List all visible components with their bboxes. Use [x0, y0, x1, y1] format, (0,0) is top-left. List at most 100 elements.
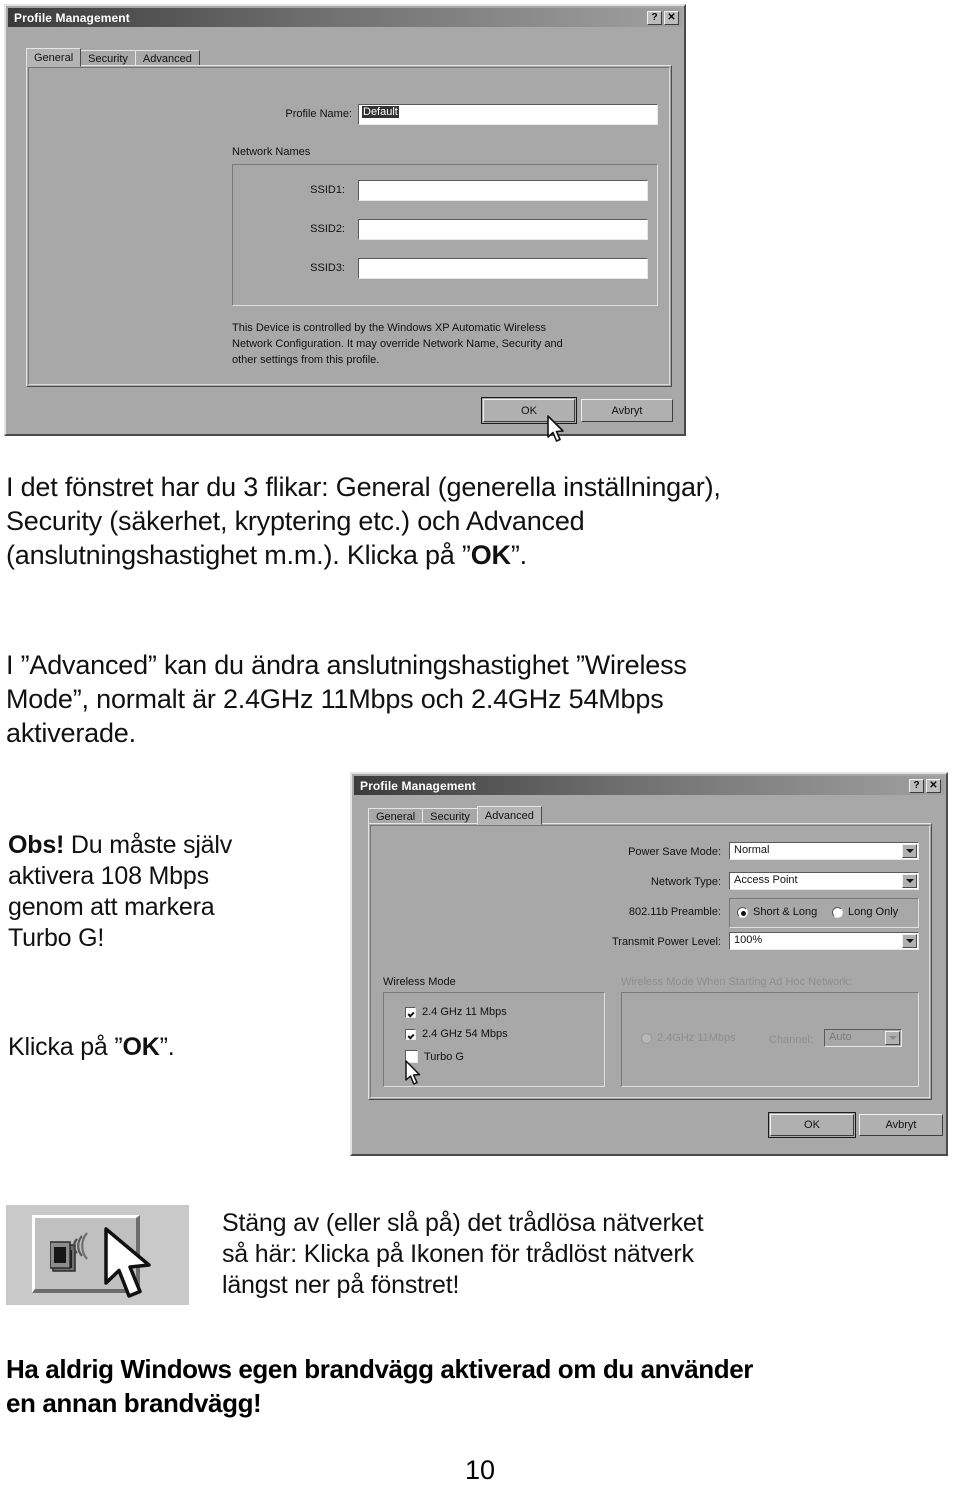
paragraph-2-line-2: Mode”, normalt är 2.4GHz 11Mbps och 2.4G… — [6, 684, 664, 714]
chevron-down-icon[interactable] — [902, 874, 917, 888]
wireless-mode-label: Wireless Mode — [383, 976, 456, 988]
wireless-mode-option-54mbps-label: 2.4 GHz 54 Mbps — [422, 1028, 508, 1040]
paragraph-1: I det fönstret har du 3 flikar: General … — [6, 470, 946, 572]
paragraph-1-line-1: I det fönstret har du 3 flikar: General … — [6, 472, 721, 502]
checkbox-checked-icon[interactable] — [405, 1006, 416, 1018]
tab-general[interactable]: General — [26, 48, 82, 67]
wireless-mode-option-11mbps-label: 2.4 GHz 11 Mbps — [422, 1006, 507, 1018]
paragraph-1-line-3: (anslutningshastighet m.m.). Klicka på ”… — [6, 538, 946, 572]
ok-button[interactable]: OK — [768, 1112, 856, 1138]
obs-note: Obs! Du måste själv aktivera 108 Mbps ge… — [8, 830, 338, 954]
dialog2-title: Profile Management — [360, 778, 476, 793]
ok-button[interactable]: OK — [481, 397, 577, 424]
wireless-network-icon-figure — [6, 1205, 189, 1305]
ssid3-input[interactable] — [358, 258, 648, 279]
chevron-down-icon[interactable] — [902, 844, 917, 858]
transmit-power-value: 100% — [734, 934, 763, 946]
klicka-ok-a: Klicka på ” — [8, 1033, 123, 1061]
tab-advanced[interactable]: Advanced — [476, 806, 542, 825]
close-icon[interactable]: ✕ — [926, 778, 941, 793]
ssid1-input[interactable] — [358, 180, 648, 201]
paragraph-2-line-3: aktiverade. — [6, 718, 136, 748]
firewall-warning-line-2: en annan brandvägg! — [6, 1388, 262, 1418]
profile-name-value: Default — [362, 106, 399, 118]
wireless-mode-option-11mbps[interactable]: 2.4 GHz 11 Mbps — [405, 1006, 507, 1018]
profile-management-dialog-general[interactable]: Profile Management ? ✕ General Security … — [4, 4, 686, 442]
dialog2-window-controls[interactable]: ? ✕ — [909, 778, 944, 793]
obs-note-line-1: Obs! Du måste själv — [8, 830, 338, 861]
paragraph-1-line-3-a: (anslutningshastighet m.m.). Klicka på ” — [6, 540, 471, 570]
wireless-mode-option-turbo-g-label: Turbo G — [424, 1050, 464, 1063]
ok-emphasis-2: OK — [122, 1033, 160, 1061]
preamble-radio-long-only[interactable]: Long Only — [832, 906, 898, 918]
network-type-value: Access Point — [734, 874, 798, 886]
paragraph-4-line-3: längst ner på fönstret! — [222, 1271, 460, 1299]
radio-off-icon[interactable] — [832, 906, 843, 918]
checkbox-unchecked-icon[interactable] — [405, 1050, 418, 1063]
xp-control-info-line3: other settings from this profile. — [232, 354, 380, 366]
obs-note-line-2: aktivera 108 Mbps — [8, 862, 209, 890]
cancel-button[interactable]: Avbryt — [859, 1114, 943, 1136]
channel-value: Auto — [829, 1031, 852, 1043]
profile-name-label: Profile Name: — [285, 108, 352, 120]
dialog1-tab-page: Profile Name: Default Network Names SSID… — [26, 65, 672, 387]
preamble-radio-short-long[interactable]: Short & Long — [737, 906, 817, 918]
paragraph-1-line-3-c: ”. — [510, 540, 527, 570]
adhoc-option-label: 2.4GHz 11Mbps — [657, 1032, 736, 1044]
close-icon[interactable]: ✕ — [664, 10, 679, 25]
ok-emphasis-1: OK — [470, 540, 511, 570]
checkbox-checked-icon[interactable] — [405, 1028, 416, 1040]
obs-note-line-3: genom att markera — [8, 893, 215, 921]
network-type-select[interactable]: Access Point — [729, 872, 919, 890]
paragraph-4: Stäng av (eller slå på) det trådlösa nät… — [222, 1208, 952, 1301]
profile-name-input[interactable]: Default — [358, 104, 658, 125]
power-save-mode-label: Power Save Mode: — [628, 846, 721, 858]
paragraph-2: I ”Advanced” kan du ändra anslutningshas… — [6, 648, 946, 750]
wireless-mode-option-54mbps[interactable]: 2.4 GHz 54 Mbps — [405, 1028, 508, 1040]
klicka-ok-c: ”. — [159, 1033, 175, 1061]
firewall-warning-line-1: Ha aldrig Windows egen brandvägg aktiver… — [6, 1354, 754, 1384]
ssid2-label: SSID2: — [310, 223, 345, 235]
dialog2-tabstrip[interactable]: General Security Advanced — [368, 804, 542, 825]
adhoc-radio-11mbps: 2.4GHz 11Mbps — [641, 1032, 736, 1044]
transmit-power-select[interactable]: 100% — [729, 932, 919, 950]
channel-label: Channel: — [769, 1034, 814, 1046]
wireless-tray-icon — [50, 1232, 88, 1272]
preamble-option2-label: Long Only — [848, 906, 899, 918]
obs-label: Obs! — [8, 831, 65, 859]
xp-control-info-line2: Network Configuration. It may override N… — [232, 338, 563, 350]
obs-note-line-4: Turbo G! — [8, 924, 105, 952]
klicka-ok-line: Klicka på ”OK”. — [8, 1032, 338, 1063]
paragraph-1-line-2: Security (säkerhet, kryptering etc.) och… — [6, 506, 585, 536]
wireless-mode-option-turbo-g[interactable]: Turbo G — [405, 1050, 464, 1063]
power-save-mode-select[interactable]: Normal — [729, 842, 919, 860]
dialog1-tabstrip[interactable]: General Security Advanced — [26, 46, 200, 67]
radio-on-icon[interactable] — [737, 906, 748, 918]
dialog1-titlebar[interactable]: Profile Management ? ✕ — [8, 8, 682, 27]
help-icon[interactable]: ? — [909, 778, 924, 793]
transmit-power-label: Transmit Power Level: — [611, 936, 721, 948]
chevron-down-icon[interactable] — [902, 934, 917, 948]
preamble-label: 802.11b Preamble: — [628, 906, 721, 918]
klicka-ok-note: Klicka på ”OK”. — [8, 1032, 338, 1063]
radio-disabled-icon — [641, 1032, 652, 1044]
page-number: 10 — [464, 1455, 496, 1485]
network-type-label: Network Type: — [650, 876, 721, 888]
preamble-option1-label: Short & Long — [753, 906, 818, 918]
help-icon[interactable]: ? — [647, 10, 662, 25]
paragraph-2-line-1: I ”Advanced” kan du ändra anslutningshas… — [6, 650, 687, 680]
ssid3-label: SSID3: — [310, 262, 345, 274]
dialog2-titlebar[interactable]: Profile Management ? ✕ — [354, 776, 944, 795]
paragraph-4-line-2: så här: Klicka på Ikonen för trådlöst nä… — [222, 1240, 694, 1268]
obs-note-line-1-rest: Du måste själv — [64, 831, 233, 859]
ssid2-input[interactable] — [358, 219, 648, 240]
profile-management-dialog-advanced[interactable]: Profile Management ? ✕ General Security … — [350, 772, 948, 1156]
xp-control-info-line1: This Device is controlled by the Windows… — [232, 322, 547, 334]
adhoc-wireless-mode-label: Wireless Mode When Starting Ad Hoc Netwo… — [621, 976, 852, 988]
network-names-label: Network Names — [232, 146, 311, 158]
dialog1-window-controls[interactable]: ? ✕ — [647, 10, 682, 25]
power-save-mode-value: Normal — [734, 844, 770, 856]
chevron-down-icon — [885, 1031, 900, 1045]
ssid1-label: SSID1: — [310, 184, 345, 196]
cancel-button[interactable]: Avbryt — [581, 399, 673, 422]
